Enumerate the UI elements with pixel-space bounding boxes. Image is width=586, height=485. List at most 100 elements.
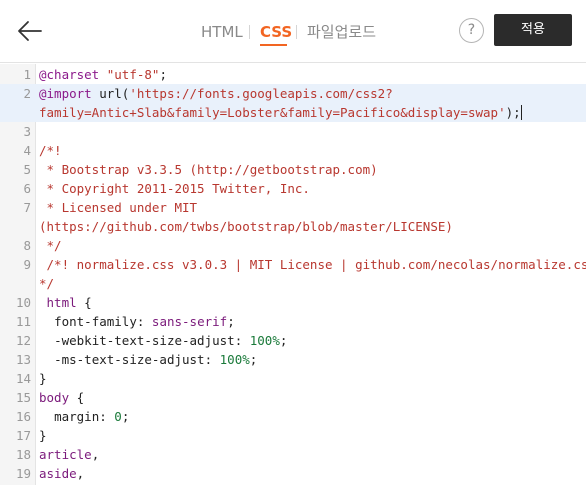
code-token: : (99, 409, 115, 424)
code-line[interactable]: 16 margin: 0; (0, 407, 586, 426)
code-line[interactable]: 10 html { (0, 293, 586, 312)
code-token: ; (279, 333, 288, 348)
code-line[interactable]: 11 font-family: sans-serif; (0, 312, 586, 331)
line-number: 17 (15, 428, 31, 443)
code-text: html { (39, 293, 92, 312)
line-number: 1 (23, 67, 31, 82)
code-token: ; (121, 409, 130, 424)
line-number: 10 (15, 295, 31, 310)
code-line[interactable]: 5 * Bootstrap v3.3.5 (http://getbootstra… (0, 160, 586, 179)
code-text: } (39, 369, 47, 388)
code-text: */ (39, 274, 54, 293)
code-line[interactable]: 2 @import url('https://fonts.googleapis.c… (0, 84, 586, 103)
code-token: 'https://fonts.googleapis.com/css2? (129, 86, 393, 101)
code-text: -ms-text-size-adjust: 100%; (39, 350, 257, 369)
code-token: -ms-text-size-adjust (54, 352, 205, 367)
code-token: body (39, 390, 70, 405)
code-token: /*! (39, 143, 62, 158)
tab-html[interactable]: HTML (201, 21, 243, 43)
code-token: font-family (54, 314, 137, 329)
code-text: */ (39, 236, 62, 255)
code-token: : (136, 314, 152, 329)
code-text: /*! (39, 141, 62, 160)
code-text: } (39, 426, 47, 445)
line-number: 6 (23, 181, 31, 196)
tab-divider (249, 25, 250, 39)
line-number: 8 (23, 238, 31, 253)
line-number: 11 (15, 314, 31, 329)
code-text: font-family: sans-serif; (39, 312, 235, 331)
tab-file-upload[interactable]: 파일업로드 (307, 21, 376, 43)
code-text: * Copyright 2011-2015 Twitter, Inc. (39, 179, 310, 198)
code-line[interactable]: */ (0, 274, 586, 293)
code-text: (https://github.com/twbs/bootstrap/blob/… (39, 217, 453, 236)
code-line[interactable]: (https://github.com/twbs/bootstrap/blob/… (0, 217, 586, 236)
code-token: */ (39, 276, 55, 291)
code-text: /*! normalize.css v3.0.3 | MIT License |… (39, 255, 586, 274)
code-text: * Licensed under MIT (39, 198, 198, 217)
code-line[interactable]: 9 /*! normalize.css v3.0.3 | MIT License… (0, 255, 586, 274)
text-cursor (520, 105, 522, 120)
code-line[interactable]: 18 article, (0, 445, 586, 464)
code-line[interactable]: 6 * Copyright 2011-2015 Twitter, Inc. (0, 179, 586, 198)
code-line[interactable]: 13 -ms-text-size-adjust: 100%; (0, 350, 586, 369)
code-line[interactable]: family=Antic+Slab&family=Lobster&family=… (0, 103, 586, 122)
tab-css[interactable]: CSS (260, 21, 292, 43)
code-token: { (69, 390, 85, 405)
line-number: 4 (23, 143, 31, 158)
code-line[interactable]: 12 -webkit-text-size-adjust: 100%; (0, 331, 586, 350)
code-token: url( (91, 86, 130, 101)
code-token: @charset (39, 67, 100, 82)
line-number: 5 (23, 162, 31, 177)
code-text: -webkit-text-size-adjust: 100%; (39, 331, 287, 350)
code-token: ; (249, 352, 258, 367)
code-text: * Bootstrap v3.3.5 (http://getbootstrap.… (39, 160, 378, 179)
code-token: ; (227, 314, 235, 329)
code-line[interactable]: 7 * Licensed under MIT (0, 198, 586, 217)
line-number: 7 (23, 200, 31, 215)
code-token: : (234, 333, 250, 348)
tab-divider (296, 25, 297, 39)
code-token: /*! normalize.css v3.0.3 | MIT License |… (39, 257, 586, 272)
code-text: margin: 0; (39, 407, 129, 426)
help-icon[interactable]: ? (459, 18, 484, 43)
line-number: 3 (23, 124, 31, 139)
code-line[interactable]: 4 /*! (0, 141, 586, 160)
line-number: 14 (15, 371, 31, 386)
code-line[interactable]: 1 @charset "utf-8"; (0, 65, 586, 84)
code-line[interactable]: 8 */ (0, 236, 586, 255)
code-token: aside (39, 466, 77, 481)
code-line[interactable]: 15 body { (0, 388, 586, 407)
code-text: family=Antic+Slab&family=Lobster&family=… (39, 103, 522, 122)
code-token: html (46, 295, 77, 310)
code-line[interactable]: 14} (0, 369, 586, 388)
code-text: aside, (39, 464, 84, 483)
code-token: article (39, 447, 92, 462)
apply-button[interactable]: 적용 (494, 14, 572, 46)
code-line[interactable]: 3 (0, 122, 586, 141)
code-token: */ (39, 238, 62, 253)
line-number: 16 (15, 409, 31, 424)
code-text: @import url('https://fonts.googleapis.co… (39, 84, 393, 103)
top-bar: HTML CSS 파일업로드 ? 적용 (0, 0, 586, 63)
code-line[interactable]: 19 aside, (0, 464, 586, 483)
code-token: 0 (114, 409, 122, 424)
line-number: 12 (15, 333, 31, 348)
code-text: body { (39, 388, 84, 407)
code-token: * Bootstrap v3.3.5 (http://getbootstrap.… (39, 162, 378, 177)
active-tab-indicator (260, 44, 287, 46)
code-token: "utf-8" (106, 67, 160, 82)
code-token: : (204, 352, 220, 367)
code-token: (https://github.com/twbs/bootstrap/blob/… (39, 219, 453, 234)
code-line[interactable]: 17} (0, 426, 586, 445)
line-number: 19 (15, 466, 31, 481)
css-code-editor[interactable]: 1 @charset "utf-8"; 2 @import url('https://… (0, 64, 586, 485)
code-token: } (39, 428, 47, 443)
code-token: ); (505, 105, 521, 120)
code-token: 100% (219, 352, 250, 367)
